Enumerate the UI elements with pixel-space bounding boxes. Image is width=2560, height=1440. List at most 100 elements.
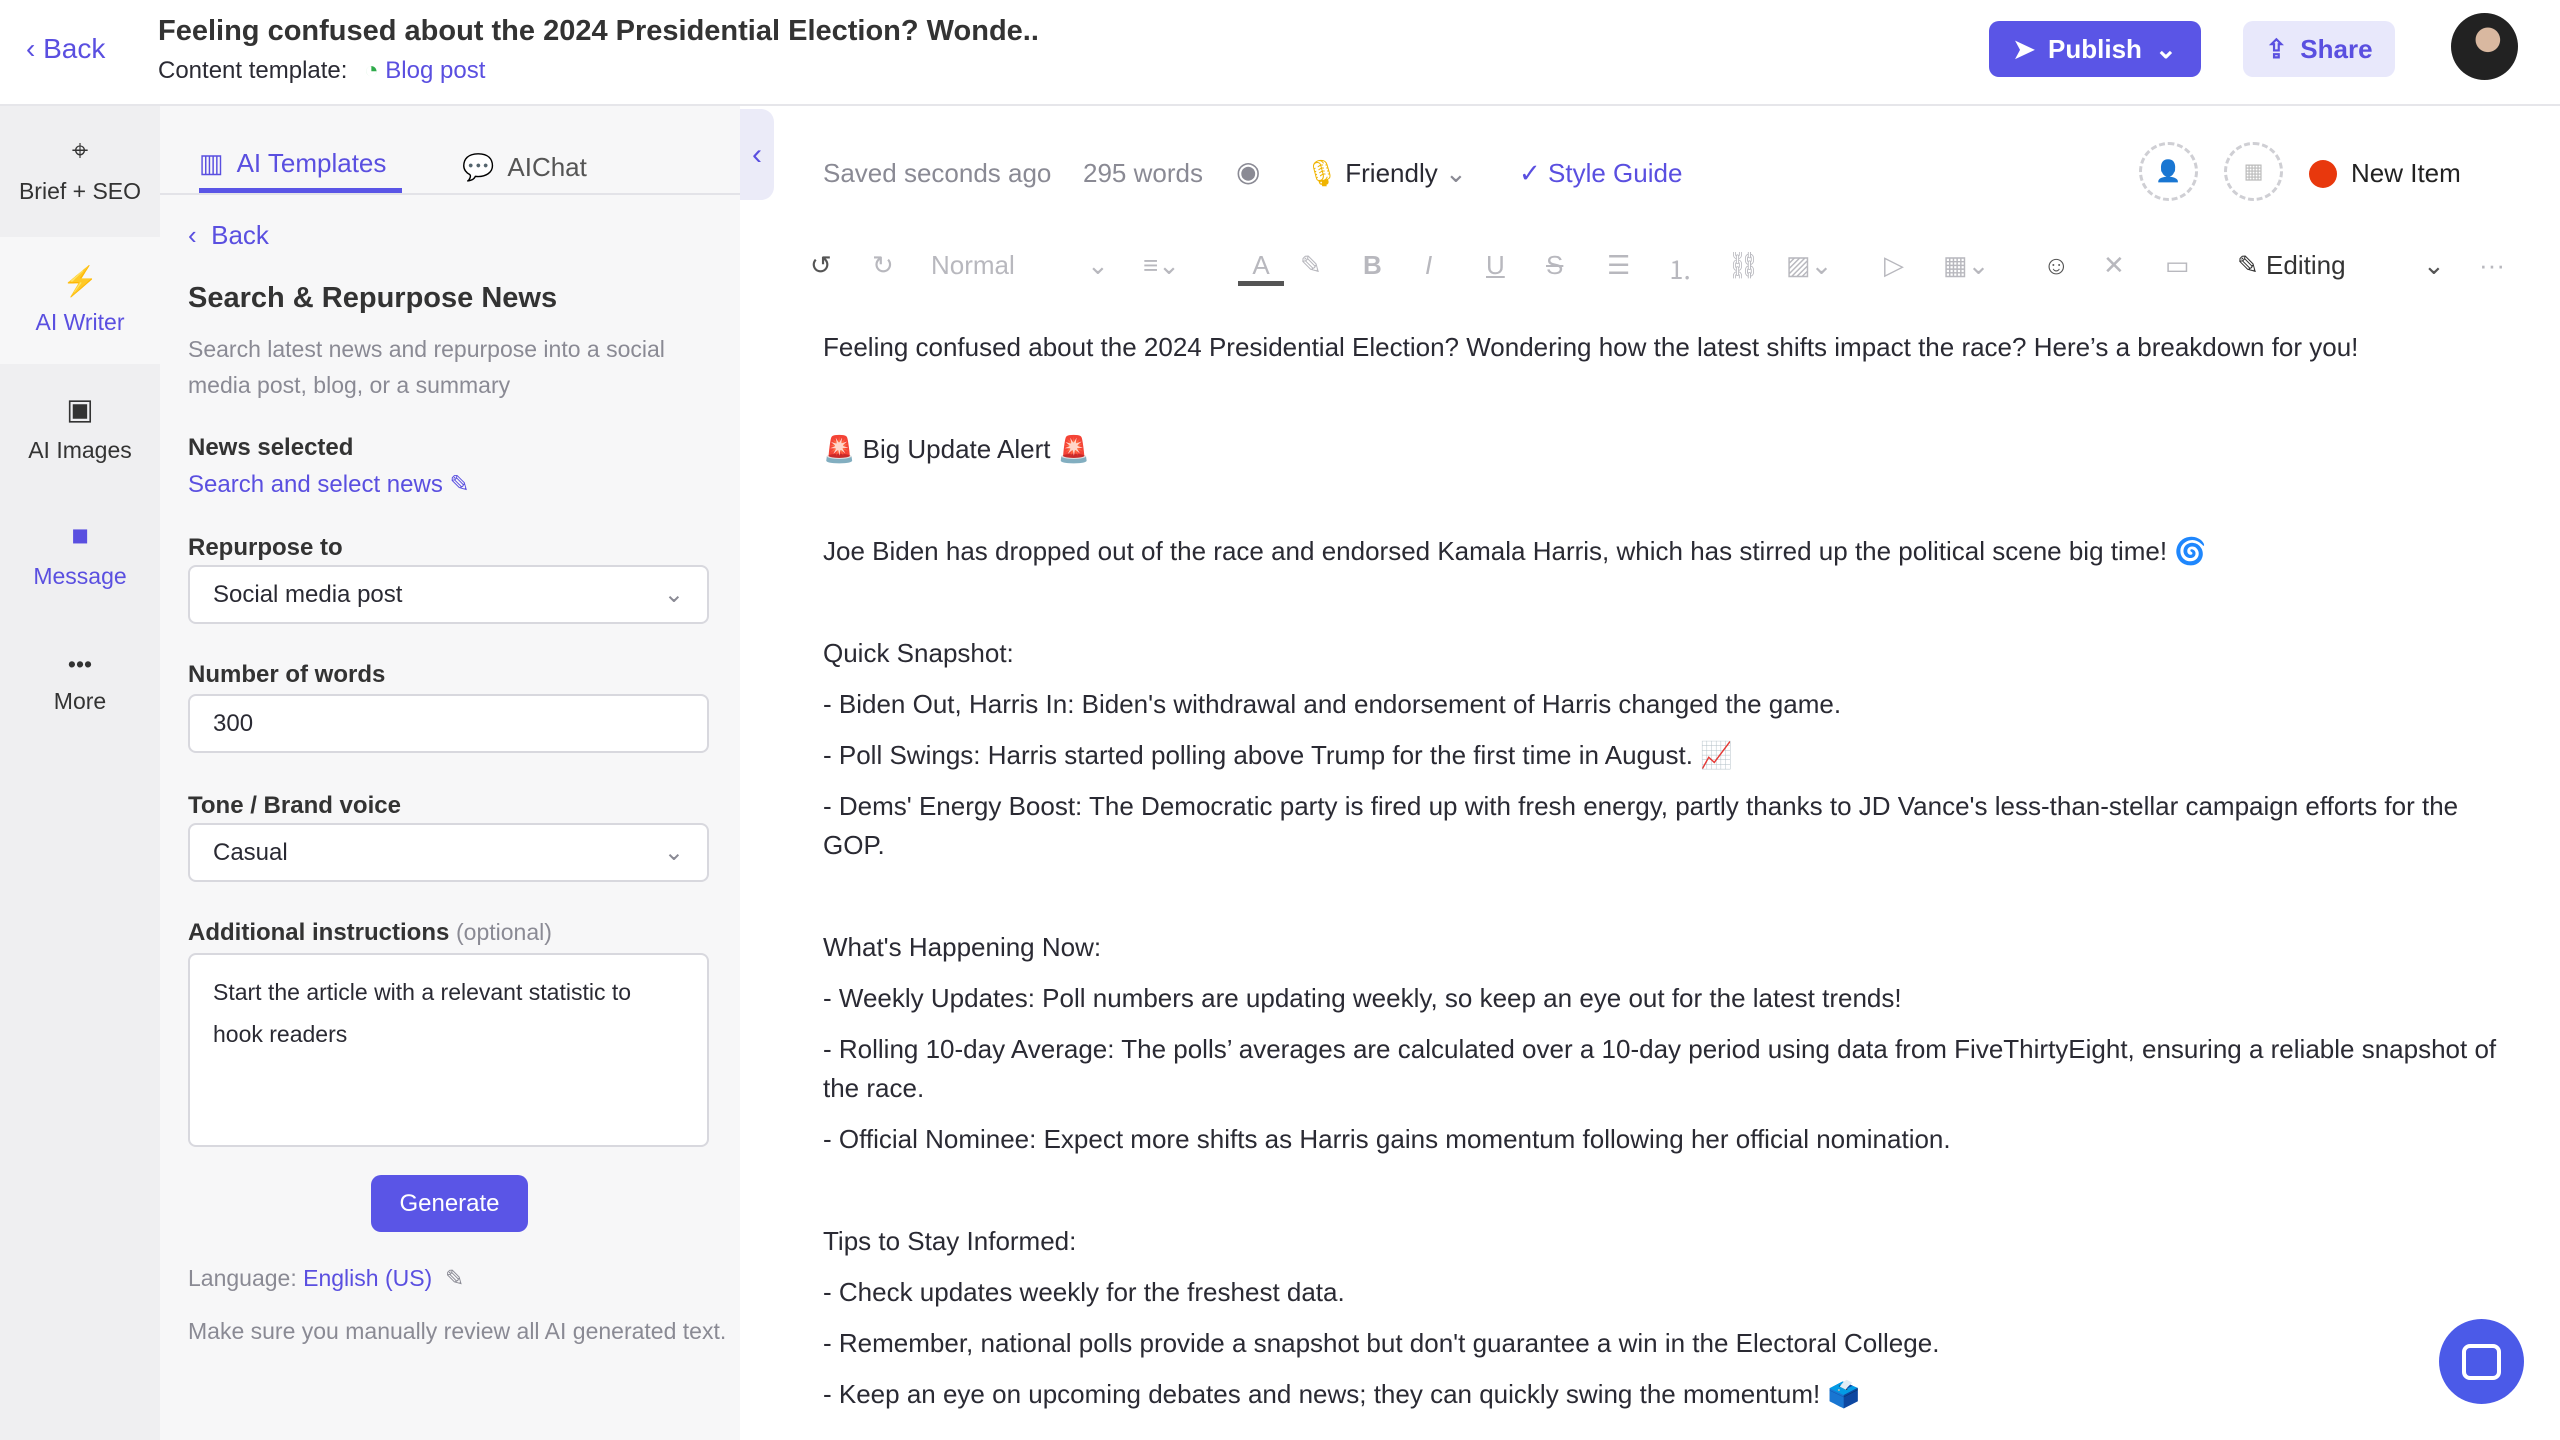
bolt-icon: ⚡	[61, 266, 99, 298]
language-row: Language: English (US) ✎	[188, 1265, 464, 1292]
textarea-value: Start the article with a relevant statis…	[213, 979, 632, 1047]
instructions-textarea[interactable]: Start the article with a relevant statis…	[188, 953, 709, 1147]
chevron-down-icon[interactable]: ⌄	[2423, 250, 2445, 281]
paragraph: What's Happening Now:	[823, 932, 1102, 962]
paragraph: - Remember, national polls provide a sna…	[823, 1328, 1940, 1358]
collapse-panel-button[interactable]: ‹	[740, 109, 774, 200]
paragraph: 🚨 Big Update Alert 🚨	[823, 434, 1091, 464]
nav-label: More	[53, 687, 107, 714]
template-label: Content template:	[158, 57, 348, 84]
instructions-label: Additional instructions	[188, 919, 450, 946]
optional-label: (optional)	[456, 919, 552, 945]
document-body[interactable]: Feeling confused about the 2024 Presiden…	[823, 328, 2505, 1426]
empty-line	[823, 1171, 2505, 1210]
mode-label: Editing	[2266, 250, 2346, 280]
back-label: Back	[211, 220, 269, 250]
word-count: 295 words	[1083, 158, 1203, 188]
strikethrough-icon[interactable]: S	[1546, 250, 1563, 281]
nav-label: Brief + SEO	[18, 177, 142, 204]
chat-support-button[interactable]	[2439, 1319, 2524, 1404]
document-title: Feeling confused about the 2024 Presiden…	[158, 15, 1039, 47]
paragraph: Quick Snapshot:	[823, 638, 1014, 668]
edit-icon: ✎	[449, 471, 470, 498]
calendar-icon[interactable]: ▦	[2224, 142, 2283, 201]
repurpose-select[interactable]: Social media post ⌄	[188, 565, 709, 624]
template-description: Search latest news and repurpose into a …	[188, 336, 665, 398]
templates-icon: ▥	[199, 148, 224, 178]
tone-dropdown[interactable]: 🎙 Friendly ⌄	[1305, 158, 1467, 189]
redo-icon[interactable]: ↻	[872, 250, 894, 281]
empty-line	[823, 379, 2505, 418]
generate-button[interactable]: Generate	[371, 1175, 528, 1232]
chevron-down-icon: ⌄	[663, 839, 684, 866]
video-icon[interactable]: ▷	[1884, 250, 1904, 281]
paragraph: Tips to Stay Informed:	[823, 1226, 1077, 1256]
search-news-link[interactable]: Search and select news ✎	[188, 470, 470, 499]
input-value: 300	[213, 709, 254, 737]
highlight-icon[interactable]: ✎	[1300, 250, 1322, 281]
chat-icon	[2462, 1343, 2501, 1380]
message-icon: ■	[71, 519, 89, 552]
nav-more[interactable]: ••• More	[0, 619, 160, 746]
saved-status: Saved seconds ago	[823, 158, 1052, 188]
align-icon[interactable]: ≡⌄	[1143, 250, 1180, 281]
paragraph: - Biden Out, Harris In: Biden's withdraw…	[823, 689, 1842, 719]
tone-select[interactable]: Casual ⌄	[188, 823, 709, 882]
text-style-select[interactable]: Normal	[931, 250, 1015, 281]
words-input[interactable]: 300	[188, 694, 709, 753]
comment-icon[interactable]: ▭	[2165, 250, 2190, 281]
panel-back-button[interactable]: ‹ Back	[188, 220, 269, 251]
chat-icon: 💬	[462, 151, 495, 182]
chevron-down-icon: ⌄	[663, 581, 684, 608]
text-color-icon[interactable]: A	[1238, 250, 1284, 286]
language-link[interactable]: English (US)	[303, 1265, 432, 1291]
bold-icon[interactable]: B	[1363, 250, 1382, 281]
paragraph: - Rolling 10-day Average: The polls’ ave…	[823, 1034, 2497, 1103]
back-button[interactable]: ‹ Back	[26, 33, 105, 65]
template-title: Search & Repurpose News	[188, 282, 558, 314]
empty-line	[823, 583, 2505, 622]
image-icon[interactable]: ▨⌄	[1786, 250, 1832, 281]
table-icon[interactable]: ▦⌄	[1943, 250, 1989, 281]
nav-message[interactable]: ■ Message	[0, 491, 160, 618]
language-label: Language:	[188, 1265, 297, 1291]
bullet-list-icon[interactable]: ☰	[1607, 250, 1630, 281]
publish-button[interactable]: ➤ Publish ⌄	[1989, 21, 2201, 77]
chevron-down-icon[interactable]: ⌄	[1087, 250, 1109, 281]
select-value: Social media post	[213, 580, 403, 608]
paragraph: Feeling confused about the 2024 Presiden…	[823, 332, 2359, 362]
undo-icon[interactable]: ↺	[810, 250, 832, 281]
nav-ai-writer[interactable]: ⚡ AI Writer	[0, 237, 160, 364]
style-guide-button[interactable]: ✓ Style Guide	[1519, 158, 1682, 189]
tab-ai-templates[interactable]: ▥ AI Templates	[199, 139, 403, 193]
italic-icon[interactable]: I	[1425, 250, 1432, 281]
numbered-list-icon[interactable]: ⒈	[1667, 250, 1693, 287]
editing-mode-dropdown[interactable]: ✎ Editing	[2237, 250, 2346, 281]
chevron-down-icon: ⌄	[1444, 158, 1467, 188]
paragraph: - Check updates weekly for the freshest …	[823, 1277, 1345, 1307]
underline-icon[interactable]: U	[1486, 250, 1505, 281]
nav-label: AI Writer	[35, 309, 125, 335]
clear-format-icon[interactable]: ✕	[2103, 250, 2125, 281]
paragraph: - Dems' Energy Boost: The Democratic par…	[823, 791, 2459, 860]
nav-ai-images[interactable]: ▣ AI Images	[0, 364, 160, 491]
more-icon[interactable]: ···	[2479, 250, 2505, 281]
paragraph: Joe Biden has dropped out of the race an…	[823, 536, 2207, 566]
emoji-icon[interactable]: ☺	[2043, 250, 2070, 281]
blog-icon: ◔	[364, 57, 379, 84]
avatar[interactable]	[2451, 13, 2518, 80]
eye-icon[interactable]: ◉	[1236, 155, 1260, 188]
add-user-icon[interactable]: 👤	[2139, 142, 2198, 201]
tab-aichat[interactable]: 💬 AIChat	[462, 139, 587, 195]
disclaimer: Make sure you manually review all AI gen…	[188, 1318, 727, 1344]
repurpose-label: Repurpose to	[188, 534, 343, 561]
share-button[interactable]: ⇪ Share	[2243, 21, 2395, 77]
pencil-icon: ✎	[2237, 250, 2259, 280]
template-link[interactable]: Blog post	[385, 57, 485, 84]
edit-icon[interactable]: ✎	[445, 1265, 464, 1291]
nav-brief-seo[interactable]: ⌖ Brief + SEO	[0, 106, 160, 233]
new-item-status[interactable]: New Item	[2351, 158, 2461, 189]
link-icon[interactable]: ⛓	[1727, 250, 1760, 281]
empty-line	[823, 877, 2505, 916]
check-circle-icon: ✓	[1519, 158, 1541, 188]
